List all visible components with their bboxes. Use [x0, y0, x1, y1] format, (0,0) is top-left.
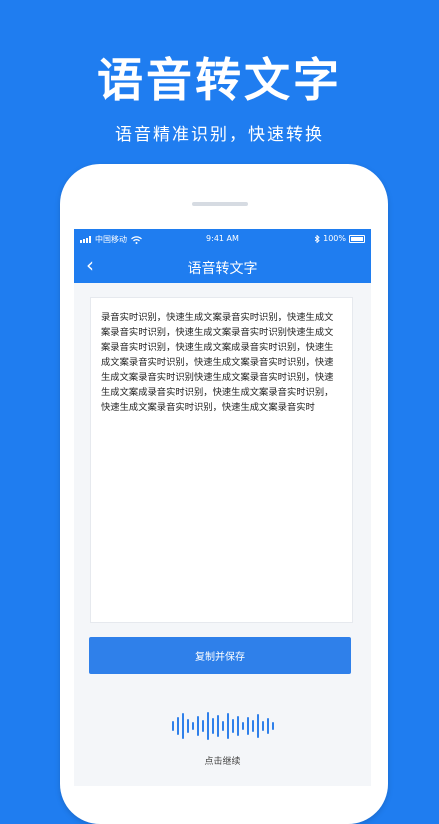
transcript-text: 录音实时识别，快速生成文案录音实时识别，快速生成文案录音实时识别，快速生成文案录… [101, 312, 334, 413]
battery-percent: 100% [323, 234, 346, 243]
phone-speaker [192, 202, 248, 206]
promo-subtitle: 语音精准识别，快速转换 [115, 125, 324, 145]
copy-save-button[interactable]: 复制并保存 [89, 637, 351, 674]
status-bar: 中国移动 9:41 AM 100% [74, 229, 371, 249]
bluetooth-icon [315, 234, 320, 243]
promo-title: 语音转文字 [97, 53, 342, 107]
app-screen: 中国移动 9:41 AM 100% ‹ 语音转文字 录音实时识别，快速生成文案录… [74, 229, 371, 786]
status-right: 100% [315, 234, 365, 243]
page-title: 语音转文字 [187, 261, 258, 277]
battery-icon [349, 234, 365, 243]
continue-label[interactable]: 点击继续 [74, 754, 371, 767]
nav-bar: ‹ 语音转文字 [74, 249, 371, 283]
waveform-icon[interactable] [74, 711, 371, 741]
transcript-card: 录音实时识别，快速生成文案录音实时识别，快速生成文案录音实时识别，快速生成文案录… [90, 297, 353, 623]
